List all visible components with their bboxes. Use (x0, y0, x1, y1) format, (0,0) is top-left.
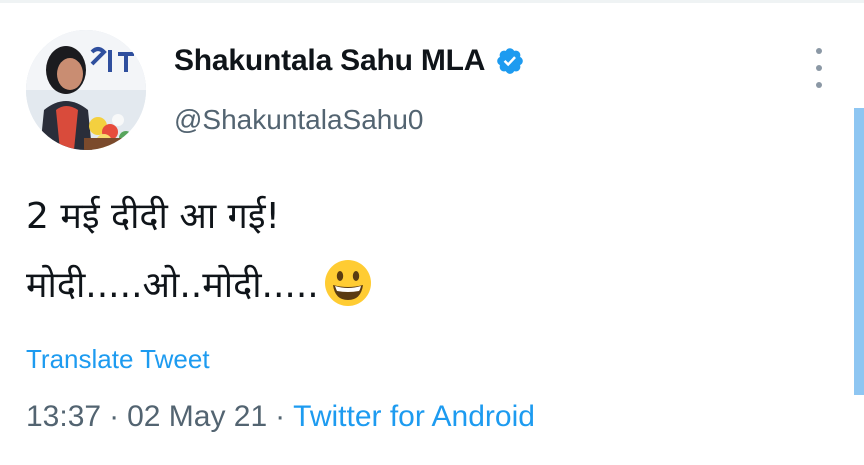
grinning-face-emoji-icon (323, 258, 373, 308)
translate-tweet-link[interactable]: Translate Tweet (26, 344, 210, 375)
scroll-indicator (854, 108, 864, 395)
tweet-source-link[interactable]: Twitter for Android (293, 400, 535, 433)
more-options-icon[interactable] (804, 48, 834, 88)
author-avatar[interactable] (26, 30, 146, 150)
top-divider (0, 0, 864, 3)
meta-separator: · (275, 400, 286, 433)
meta-separator: · (109, 400, 120, 433)
tweet-date: 02 May 21 (127, 400, 268, 433)
tweet-text-line-1: 2 मई दीदी आ गई! (26, 196, 280, 237)
tweet-metadata: 13:37 · 02 May 21 · Twitter for Android (26, 400, 535, 434)
avatar-photo (26, 30, 146, 150)
tweet-text-line-2: मोदी.....ओ..मोदी..... (26, 264, 319, 306)
author-display-name-row[interactable]: Shakuntala Sahu MLA (174, 44, 525, 78)
tweet-time: 13:37 (26, 400, 102, 433)
author-display-name[interactable]: Shakuntala Sahu MLA (174, 44, 485, 78)
verified-badge-icon (495, 46, 525, 76)
author-handle[interactable]: @ShakuntalaSahu0 (174, 104, 424, 136)
tweet-text-line-2-row: मोदी.....ओ..मोदी..... (26, 258, 373, 308)
